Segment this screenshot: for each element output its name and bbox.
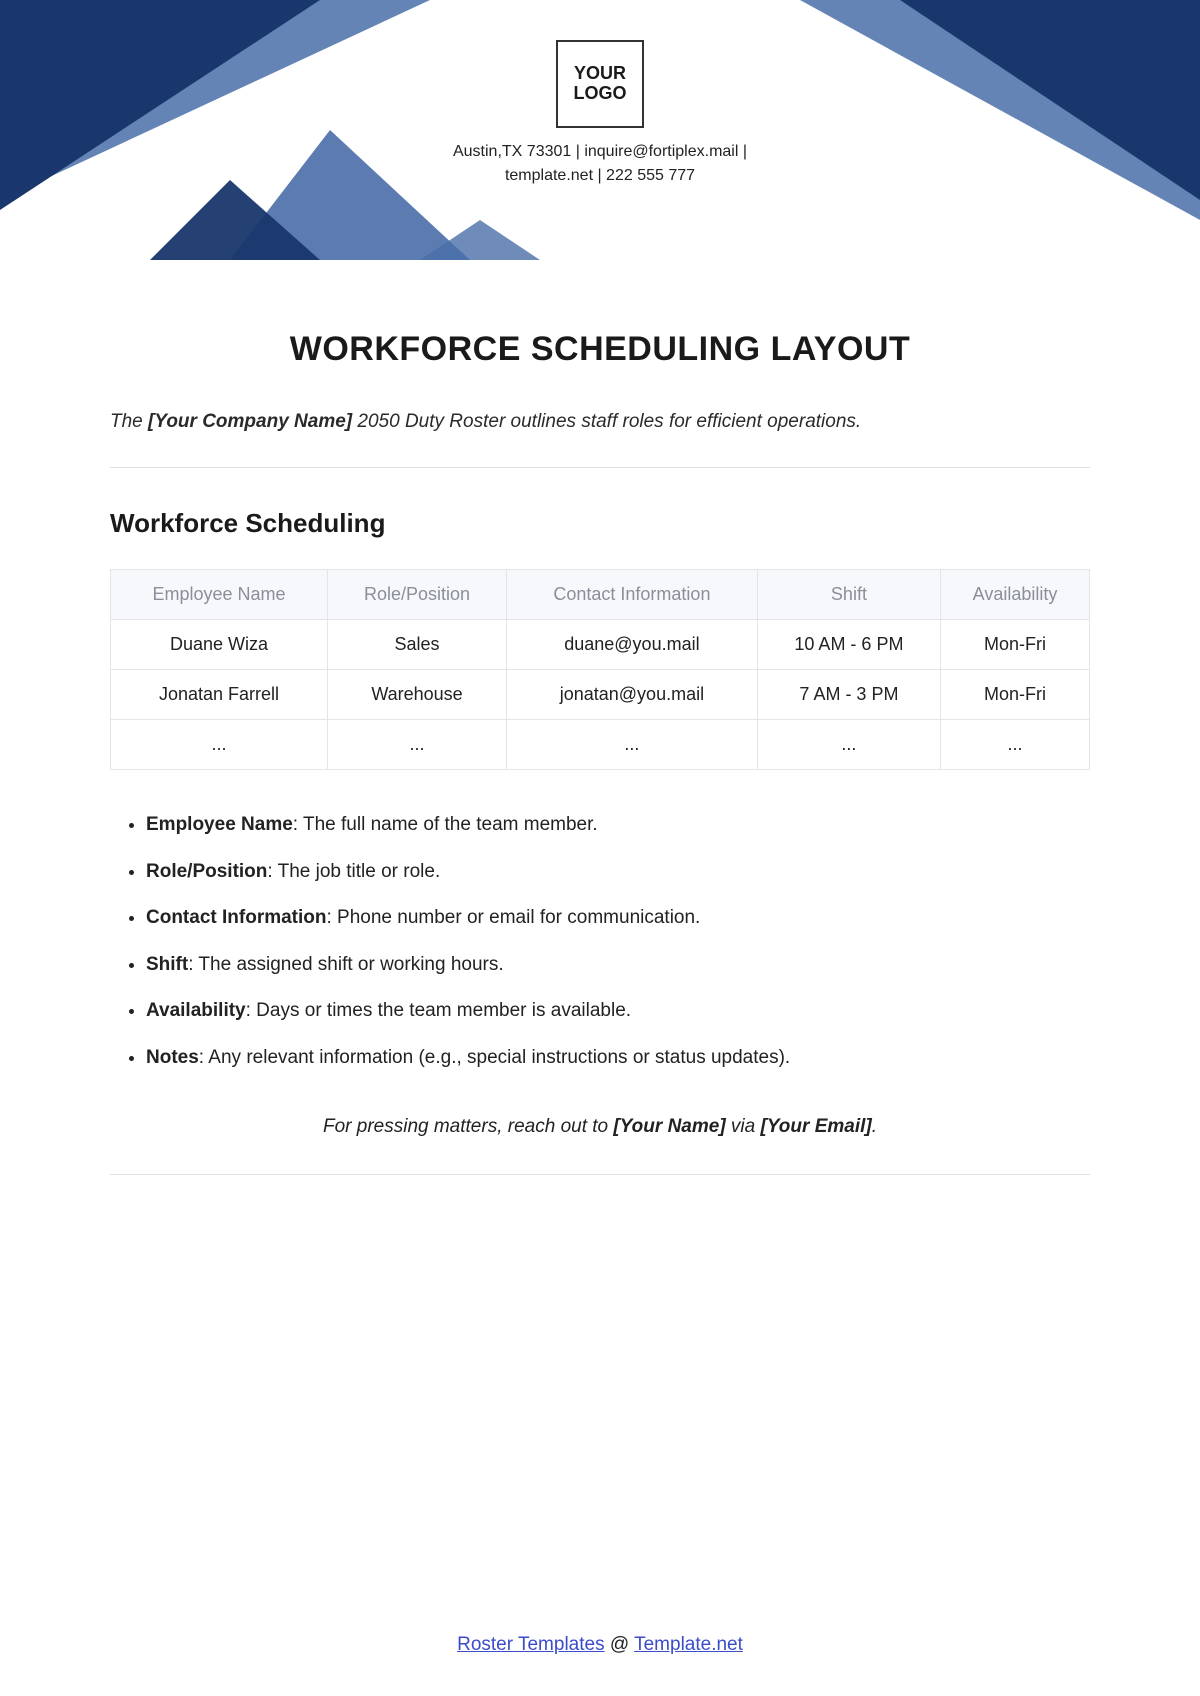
def-term: Shift [146,954,188,975]
cell-contact: duane@you.mail [507,620,758,670]
table-row: ... ... ... ... ... [111,720,1090,770]
cell-employee: ... [111,720,328,770]
cell-role: ... [328,720,507,770]
cell-availability: Mon-Fri [941,670,1090,720]
definitions-list: Employee Name: The full name of the team… [110,812,1090,1072]
col-availability: Availability [941,570,1090,620]
list-item: Employee Name: The full name of the team… [146,812,1090,839]
footer-at: @ [605,1634,635,1655]
closing-prefix: For pressing matters, reach out to [323,1116,613,1137]
table-row: Jonatan Farrell Warehouse jonatan@you.ma… [111,670,1090,720]
cell-shift: 10 AM - 6 PM [757,620,940,670]
cell-availability: Mon-Fri [941,620,1090,670]
contact-line-1: Austin,TX 73301 | inquire@fortiplex.mail… [453,140,747,164]
cell-contact: ... [507,720,758,770]
cell-role: Warehouse [328,670,507,720]
col-shift: Shift [757,570,940,620]
cell-employee: Duane Wiza [111,620,328,670]
schedule-table: Employee Name Role/Position Contact Info… [110,569,1090,770]
closing-mid: via [726,1116,761,1137]
section-heading: Workforce Scheduling [110,508,1090,539]
document-page: YOUR LOGO Austin,TX 73301 | inquire@fort… [0,0,1200,1696]
logo-text-line2: LOGO [574,83,627,103]
def-desc: : Phone number or email for communicatio… [327,907,701,928]
footer-link-template-net[interactable]: Template.net [634,1634,743,1655]
col-role: Role/Position [328,570,507,620]
def-desc: : The job title or role. [267,861,440,882]
decorative-triangle [420,220,540,260]
decorative-triangle [150,180,320,260]
intro-suffix: 2050 Duty Roster outlines staff roles fo… [352,411,861,432]
def-term: Employee Name [146,814,293,835]
list-item: Availability: Days or times the team mem… [146,998,1090,1025]
list-item: Notes: Any relevant information (e.g., s… [146,1045,1090,1072]
footer: Roster Templates @ Template.net [0,1634,1200,1656]
def-desc: : Days or times the team member is avail… [246,1000,631,1021]
table-row: Duane Wiza Sales duane@you.mail 10 AM - … [111,620,1090,670]
col-contact: Contact Information [507,570,758,620]
col-employee-name: Employee Name [111,570,328,620]
def-desc: : Any relevant information (e.g., specia… [199,1047,790,1068]
def-term: Contact Information [146,907,327,928]
closing-note: For pressing matters, reach out to [Your… [110,1116,1090,1138]
list-item: Role/Position: The job title or role. [146,859,1090,886]
cell-employee: Jonatan Farrell [111,670,328,720]
closing-end: . [872,1116,877,1137]
cell-contact: jonatan@you.mail [507,670,758,720]
divider [110,1174,1090,1175]
divider [110,467,1090,468]
header-band: YOUR LOGO Austin,TX 73301 | inquire@fort… [0,0,1200,260]
footer-link-roster[interactable]: Roster Templates [457,1634,605,1655]
document-body: WORKFORCE SCHEDULING LAYOUT The [Your Co… [0,260,1200,1175]
contact-line-2: template.net | 222 555 777 [453,164,747,188]
closing-email-placeholder: [Your Email] [761,1116,872,1137]
closing-name-placeholder: [Your Name] [613,1116,725,1137]
contact-info: Austin,TX 73301 | inquire@fortiplex.mail… [453,140,747,188]
list-item: Shift: The assigned shift or working hou… [146,952,1090,979]
cell-availability: ... [941,720,1090,770]
def-term: Notes [146,1047,199,1068]
def-term: Role/Position [146,861,267,882]
cell-role: Sales [328,620,507,670]
document-title: WORKFORCE SCHEDULING LAYOUT [110,330,1090,369]
table-header-row: Employee Name Role/Position Contact Info… [111,570,1090,620]
intro-prefix: The [110,411,148,432]
def-term: Availability [146,1000,246,1021]
intro-paragraph: The [Your Company Name] 2050 Duty Roster… [110,411,1090,433]
decorative-triangle [900,0,1200,200]
def-desc: : The assigned shift or working hours. [188,954,503,975]
cell-shift: 7 AM - 3 PM [757,670,940,720]
logo-placeholder: YOUR LOGO [556,40,644,128]
intro-company-placeholder: [Your Company Name] [148,411,352,432]
logo-text-line1: YOUR [574,63,626,83]
list-item: Contact Information: Phone number or ema… [146,905,1090,932]
cell-shift: ... [757,720,940,770]
def-desc: : The full name of the team member. [293,814,598,835]
